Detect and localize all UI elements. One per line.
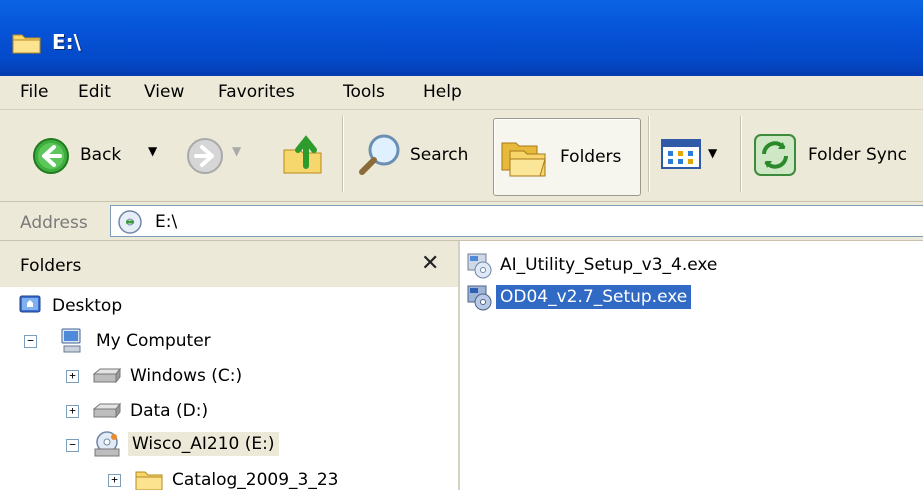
folder-icon [135, 471, 163, 490]
toolbar-separator [342, 116, 344, 192]
expand-icon[interactable]: + [66, 405, 79, 418]
forward-button[interactable]: ▼ [180, 132, 250, 178]
toolbar: Back ▼ ▼ Search Folders ▼ Folder Sync [0, 110, 923, 202]
back-button[interactable]: Back ▼ [18, 132, 178, 178]
menu-favorites[interactable]: Favorites [218, 82, 295, 102]
toolbar-separator [648, 116, 650, 192]
menu-tools[interactable]: Tools [343, 82, 385, 102]
tree-label-my-computer: My Computer [96, 331, 211, 351]
address-bar: Address E:\ [0, 202, 923, 241]
installer-icon [467, 253, 492, 279]
search-icon [359, 134, 400, 175]
address-input[interactable]: E:\ [110, 205, 923, 237]
cd-drive-icon [94, 431, 120, 457]
forward-dropdown-icon: ▼ [232, 144, 242, 158]
views-icon [661, 139, 701, 169]
up-folder-icon [283, 135, 322, 174]
tree-item-windows-drive[interactable]: + Windows (C:) [0, 361, 458, 391]
window-title: E:\ [52, 30, 81, 54]
collapse-icon[interactable]: − [66, 439, 79, 452]
tree-item-desktop[interactable]: Desktop [0, 291, 458, 321]
up-folder-button[interactable] [280, 130, 330, 180]
file-name: OD04_v2.7_Setup.exe [496, 285, 692, 309]
tree-label-data-drive: Data (D:) [130, 401, 209, 421]
toolbar-separator [740, 116, 742, 192]
expand-icon[interactable]: + [66, 370, 79, 383]
back-label: Back [80, 145, 122, 165]
file-item-selected[interactable]: OD04_v2.7_Setup.exe [466, 283, 786, 313]
folders-label: Folders [560, 147, 622, 167]
expand-icon[interactable]: + [108, 474, 121, 487]
tree-label-catalog-folder: Catalog_2009_3_23 [172, 470, 339, 490]
desktop-icon [19, 295, 41, 313]
installer-icon [467, 285, 492, 311]
search-button[interactable]: Search [355, 130, 483, 180]
tree-label-wisco-drive: Wisco_AI210 (E:) [128, 432, 279, 456]
file-item[interactable]: AI_Utility_Setup_v3_4.exe [466, 251, 786, 281]
menu-help[interactable]: Help [423, 82, 462, 102]
back-dropdown-icon[interactable]: ▼ [148, 144, 157, 158]
forward-arrow-icon [187, 138, 223, 174]
tree-item-data-drive[interactable]: + Data (D:) [0, 396, 458, 426]
tree-label-windows-drive: Windows (C:) [130, 366, 243, 386]
close-icon[interactable]: ✕ [421, 251, 439, 276]
views-button[interactable]: ▼ [660, 138, 730, 174]
computer-icon [61, 328, 81, 353]
folder-sync-button[interactable]: Folder Sync [752, 130, 922, 180]
cd-drive-icon [118, 210, 142, 234]
folder-sync-label: Folder Sync [808, 145, 907, 165]
folder-sync-icon [754, 134, 796, 176]
collapse-icon[interactable]: − [24, 335, 37, 348]
tree-label-desktop: Desktop [52, 296, 123, 316]
address-label: Address [20, 213, 88, 233]
views-dropdown-icon[interactable]: ▼ [708, 146, 717, 160]
hard-drive-icon [92, 367, 122, 384]
hard-drive-icon [92, 402, 122, 419]
menu-edit[interactable]: Edit [78, 82, 111, 102]
folder-icon [12, 34, 41, 54]
back-arrow-icon [33, 138, 69, 174]
search-label: Search [410, 145, 469, 165]
folders-pane-header: Folders ✕ [0, 241, 458, 287]
file-name: AI_Utility_Setup_v3_4.exe [500, 255, 718, 275]
folders-pane: Folders ✕ Desktop − My Computer + Window… [0, 241, 460, 490]
tree-item-catalog-folder[interactable]: + Catalog_2009_3_23 [0, 465, 458, 490]
folders-icon [501, 142, 546, 177]
title-bar[interactable]: E:\ [0, 0, 923, 76]
address-value: E:\ [155, 212, 178, 232]
folders-button[interactable]: Folders [493, 118, 641, 196]
folders-pane-title: Folders [20, 256, 82, 276]
tree-item-wisco-drive[interactable]: − Wisco_AI210 (E:) [0, 428, 458, 458]
menu-view[interactable]: View [144, 82, 184, 102]
menu-file[interactable]: File [20, 82, 48, 102]
menu-bar: File Edit View Favorites Tools Help [0, 76, 923, 110]
file-list: AI_Utility_Setup_v3_4.exe OD04_v2.7_Setu… [460, 241, 923, 490]
explorer-window: E:\ File Edit View Favorites Tools Help … [0, 0, 923, 490]
tree-item-my-computer[interactable]: − My Computer [0, 326, 458, 356]
